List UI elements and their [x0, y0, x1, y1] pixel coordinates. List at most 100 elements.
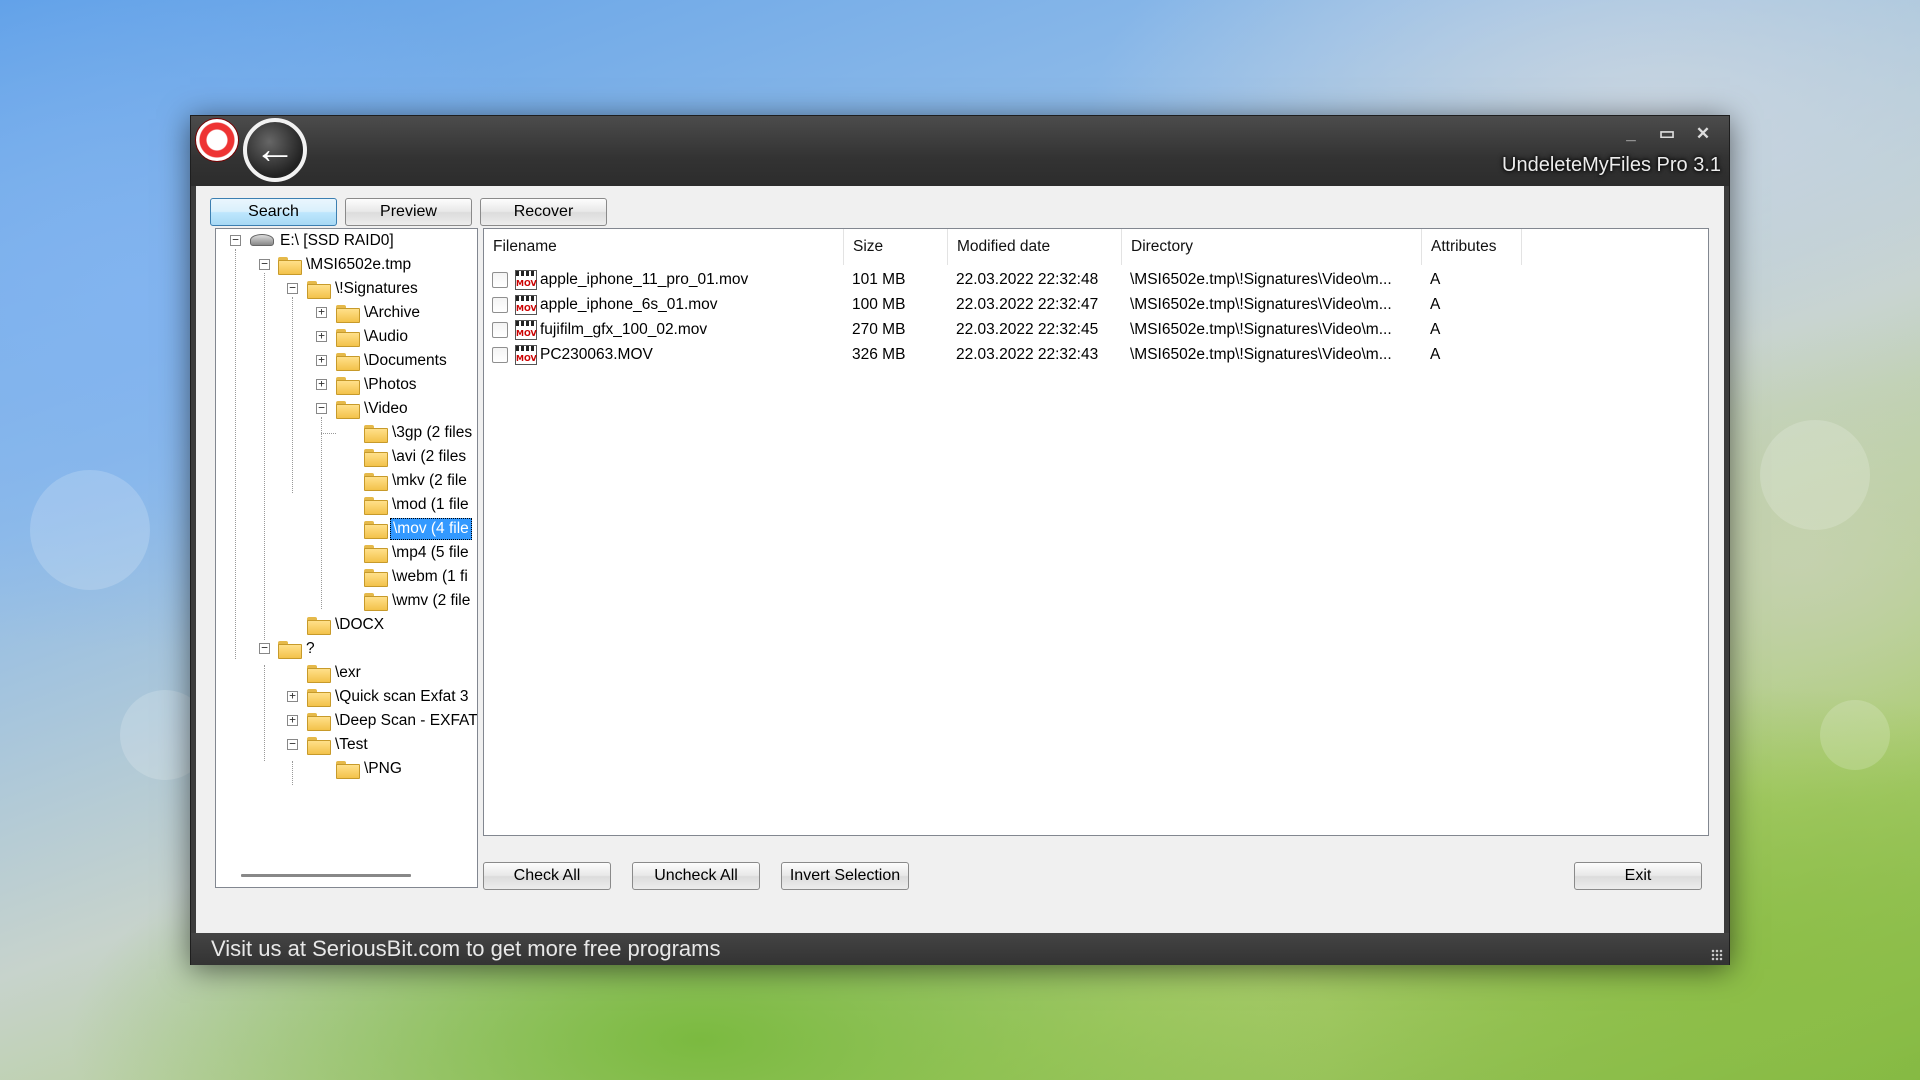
tree-item-mp4[interactable]: \mp4 (5 file: [216, 541, 477, 565]
table-row[interactable]: MOV fujifilm_gfx_100_02.mov 270 MB 22.03…: [484, 317, 1708, 342]
cell-attributes: A: [1430, 346, 1441, 363]
minimize-button[interactable]: _: [1623, 124, 1639, 144]
tree-item-deep-scan[interactable]: + \Deep Scan - EXFAT: [216, 709, 477, 733]
status-bar-text[interactable]: Visit us at SeriousBit.com to get more f…: [211, 936, 720, 961]
tree-item-photos[interactable]: + \Photos: [216, 373, 477, 397]
cell-directory: \MSI6502e.tmp\!Signatures\Video\m...: [1130, 321, 1392, 338]
expand-icon[interactable]: +: [316, 354, 327, 366]
mov-file-icon: MOV: [515, 295, 537, 315]
tree-item-quick-scan[interactable]: + \Quick scan Exfat 3: [216, 685, 477, 709]
row-checkbox[interactable]: [492, 322, 508, 338]
folder-icon: [278, 257, 302, 275]
mov-file-icon: MOV: [515, 320, 537, 340]
row-checkbox[interactable]: [492, 347, 508, 363]
folder-icon: [307, 665, 331, 683]
exit-button[interactable]: Exit: [1574, 862, 1702, 890]
tree-item-exr[interactable]: \exr: [216, 661, 477, 685]
collapse-icon[interactable]: −: [287, 738, 298, 750]
folder-tree[interactable]: − E:\ [SSD RAID0] − \MSI6502e.tmp − \!Si…: [215, 228, 478, 888]
column-header-attributes[interactable]: Attributes: [1422, 229, 1522, 265]
tree-item-drive-e[interactable]: − E:\ [SSD RAID0]: [216, 229, 477, 253]
tab-search[interactable]: Search: [210, 198, 337, 226]
cell-filename: apple_iphone_11_pro_01.mov: [540, 271, 749, 288]
cell-filename: apple_iphone_6s_01.mov: [540, 296, 718, 313]
tree-item-avi[interactable]: \avi (2 files: [216, 445, 477, 469]
title-bar[interactable]: ← _ ▭ ✕ UndeleteMyFiles Pro 3.1: [191, 116, 1729, 186]
tree-item-mov[interactable]: \mov (4 file: [216, 517, 477, 541]
column-header-filename[interactable]: Filename: [484, 229, 844, 265]
file-list[interactable]: Filename Size Modified date Directory At…: [483, 228, 1709, 836]
folder-icon: [307, 737, 331, 755]
tree-item-label-selected: \mov (4 file: [390, 518, 472, 540]
table-row[interactable]: MOV PC230063.MOV 326 MB 22.03.2022 22:32…: [484, 342, 1708, 367]
tree-item-3gp[interactable]: \3gp (2 files: [216, 421, 477, 445]
collapse-icon[interactable]: −: [316, 402, 327, 414]
folder-icon: [307, 689, 331, 707]
tree-item-audio[interactable]: + \Audio: [216, 325, 477, 349]
cell-modified: 22.03.2022 22:32:43: [956, 346, 1099, 363]
folder-icon: [336, 761, 360, 779]
uncheck-all-button[interactable]: Uncheck All: [632, 862, 760, 890]
tab-recover[interactable]: Recover: [480, 198, 607, 226]
tree-item-label: \Video: [364, 400, 408, 417]
tree-item-label: ?: [306, 640, 315, 657]
tree-item-archive[interactable]: + \Archive: [216, 301, 477, 325]
tree-item-documents[interactable]: + \Documents: [216, 349, 477, 373]
tree-item-label: \PNG: [364, 760, 402, 777]
tree-item-png[interactable]: \PNG: [216, 757, 477, 781]
cell-modified: 22.03.2022 22:32:48: [956, 271, 1099, 288]
expand-icon[interactable]: +: [316, 330, 327, 342]
tree-item-unknown[interactable]: − ?: [216, 637, 477, 661]
cell-filename: PC230063.MOV: [540, 346, 653, 363]
folder-icon: [307, 617, 331, 635]
tree-item-mod[interactable]: \mod (1 file: [216, 493, 477, 517]
column-header-size[interactable]: Size: [844, 229, 948, 265]
collapse-icon[interactable]: −: [259, 642, 270, 654]
close-button[interactable]: ✕: [1695, 124, 1711, 144]
table-row[interactable]: MOV apple_iphone_6s_01.mov 100 MB 22.03.…: [484, 292, 1708, 317]
folder-icon: [364, 569, 388, 587]
table-row[interactable]: MOV apple_iphone_11_pro_01.mov 101 MB 22…: [484, 267, 1708, 292]
expand-icon[interactable]: +: [316, 378, 327, 390]
cell-filename: fujifilm_gfx_100_02.mov: [540, 321, 708, 338]
tree-item-mkv[interactable]: \mkv (2 file: [216, 469, 477, 493]
back-arrow-icon[interactable]: ←: [243, 118, 307, 182]
folder-icon: [364, 473, 388, 491]
invert-selection-button[interactable]: Invert Selection: [781, 862, 909, 890]
tree-item-video[interactable]: − \Video: [216, 397, 477, 421]
folder-icon: [307, 713, 331, 731]
tree-item-wmv[interactable]: \wmv (2 file: [216, 589, 477, 613]
tree-item-label: E:\ [SSD RAID0]: [280, 232, 394, 249]
cell-size: 101 MB: [852, 271, 906, 288]
cell-modified: 22.03.2022 22:32:45: [956, 321, 1099, 338]
tree-item-test[interactable]: − \Test: [216, 733, 477, 757]
maximize-button[interactable]: ▭: [1659, 124, 1675, 144]
tree-item-docx[interactable]: \DOCX: [216, 613, 477, 637]
expand-icon[interactable]: +: [316, 306, 327, 318]
cell-directory: \MSI6502e.tmp\!Signatures\Video\m...: [1130, 296, 1392, 313]
collapse-icon[interactable]: −: [287, 282, 298, 294]
tree-item-label: \Quick scan Exfat 3: [335, 688, 469, 705]
check-all-button[interactable]: Check All: [483, 862, 611, 890]
tree-item-signatures[interactable]: − \!Signatures: [216, 277, 477, 301]
cell-directory: \MSI6502e.tmp\!Signatures\Video\m...: [1130, 346, 1392, 363]
tree-item-webm[interactable]: \webm (1 fi: [216, 565, 477, 589]
expand-icon[interactable]: +: [287, 714, 298, 726]
column-header-directory[interactable]: Directory: [1122, 229, 1422, 265]
column-header-modified[interactable]: Modified date: [948, 229, 1122, 265]
folder-icon: [336, 353, 360, 371]
expand-icon[interactable]: +: [287, 690, 298, 702]
row-checkbox[interactable]: [492, 297, 508, 313]
cell-attributes: A: [1430, 296, 1441, 313]
tree-item-label: \Test: [335, 736, 368, 753]
tree-item-msi6502e[interactable]: − \MSI6502e.tmp: [216, 253, 477, 277]
list-header: Filename Size Modified date Directory At…: [484, 229, 1708, 265]
row-checkbox[interactable]: [492, 272, 508, 288]
collapse-icon[interactable]: −: [230, 234, 241, 246]
tree-horizontal-scrollbar[interactable]: [241, 874, 411, 877]
collapse-icon[interactable]: −: [259, 258, 270, 270]
resize-grip-icon[interactable]: [1711, 949, 1723, 961]
tab-preview[interactable]: Preview: [345, 198, 472, 226]
tree-item-label: \webm (1 fi: [392, 568, 468, 585]
tree-item-label: \mod (1 file: [392, 496, 469, 513]
